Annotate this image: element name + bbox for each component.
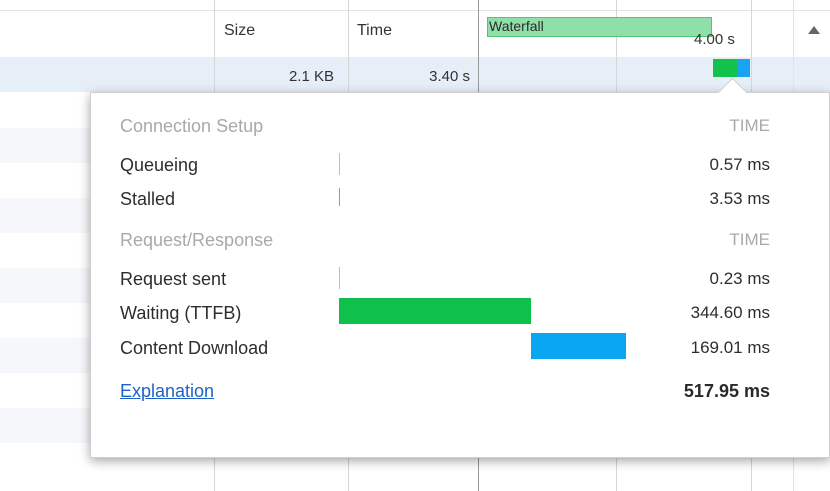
row-size-cell: 2.1 KB <box>288 68 334 85</box>
timing-bar-queueing <box>339 153 340 175</box>
row-time-cell: 3.40 s <box>429 68 470 85</box>
explanation-link[interactable]: Explanation <box>120 381 214 402</box>
timing-label-content-download: Content Download <box>120 338 269 358</box>
timing-value-request-sent: 0.23 ms <box>709 269 770 288</box>
timing-value-stalled: 3.53 ms <box>709 189 770 208</box>
timing-value-waiting: 344.60 ms <box>690 303 770 322</box>
timing-bar-content-download <box>531 333 626 359</box>
timing-label-queueing: Queueing <box>120 155 199 175</box>
size-column-header[interactable]: Size <box>224 22 255 40</box>
time-column-label: TIME <box>729 116 770 135</box>
section-title-connection-setup: Connection Setup <box>120 116 264 136</box>
waterfall-column-header[interactable]: Waterfall <box>489 18 544 34</box>
timing-value-queueing: 0.57 ms <box>709 155 770 174</box>
total-time: 517.95 ms <box>683 381 770 401</box>
selected-table-row[interactable] <box>0 57 830 92</box>
section-title-request-response: Request/Response <box>120 230 274 250</box>
time-column-header[interactable]: Time <box>357 22 392 40</box>
time-column-label: TIME <box>729 230 770 249</box>
timing-value-content-download: 169.01 ms <box>690 338 770 357</box>
waterfall-time-label: 4.00 s <box>694 31 735 48</box>
waterfall-download-segment[interactable] <box>737 59 750 77</box>
scroll-up-icon[interactable] <box>808 26 820 34</box>
timing-label-waiting: Waiting (TTFB) <box>120 303 242 323</box>
timing-bar-stalled <box>339 188 340 206</box>
timing-bar-request-sent <box>339 267 340 289</box>
timing-label-stalled: Stalled <box>120 189 176 209</box>
waterfall-waiting-segment[interactable] <box>713 59 737 77</box>
timing-bar-waiting <box>339 298 531 324</box>
timing-label-request-sent: Request sent <box>120 269 227 289</box>
